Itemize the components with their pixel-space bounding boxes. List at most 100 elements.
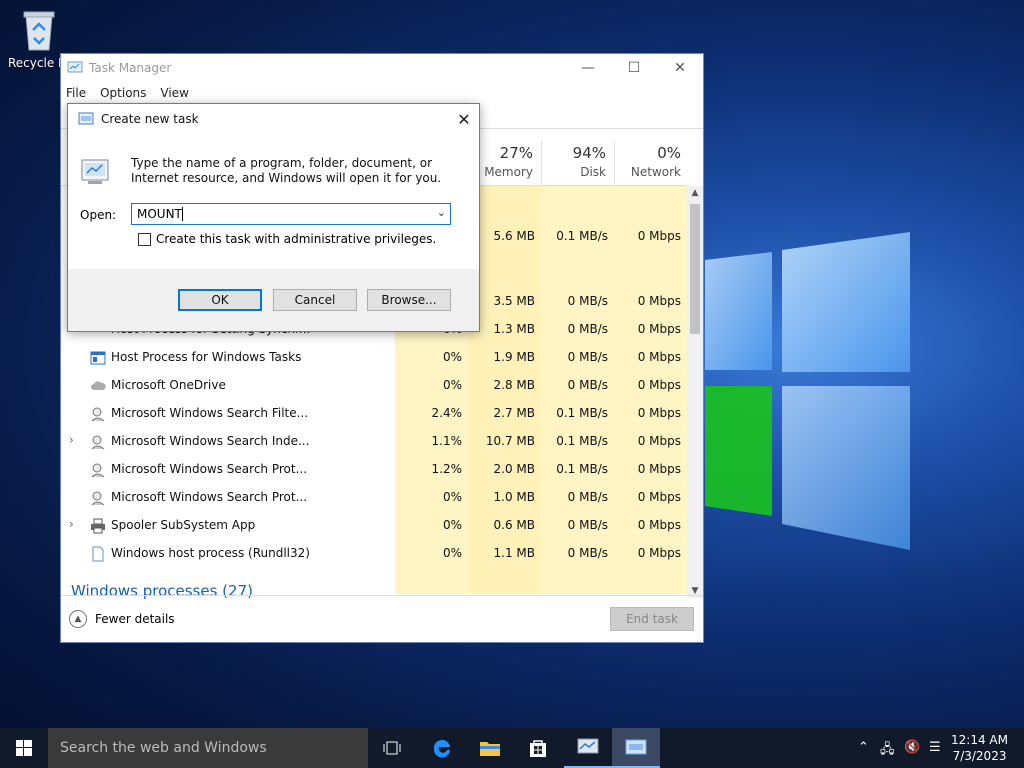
- document-icon: [92, 546, 104, 562]
- close-button[interactable]: ✕: [657, 54, 703, 82]
- table-row[interactable]: › Microsoft Windows Search Inde... 1.1% …: [61, 428, 689, 456]
- store-icon: [530, 740, 546, 757]
- network-cell: 0 Mbps: [637, 434, 681, 448]
- task-view-icon: [383, 741, 401, 755]
- table-row[interactable]: Microsoft Windows Search Prot... 0% 1.0 …: [61, 484, 689, 512]
- browse-button[interactable]: Browse...: [367, 289, 451, 311]
- network-icon[interactable]: 🖧: [880, 740, 895, 762]
- table-row[interactable]: Microsoft Windows Search Prot... 1.2% 2.…: [61, 456, 689, 484]
- dialog-close-icon[interactable]: ✕: [449, 110, 479, 129]
- network-cell: 0 Mbps: [637, 294, 681, 308]
- admin-privileges-checkbox[interactable]: Create this task with administrative pri…: [138, 232, 436, 246]
- table-row[interactable]: Windows host process (Rundll32) 0% 1.1 M…: [61, 540, 689, 568]
- taskbar-search-box[interactable]: Search the web and Windows: [48, 728, 368, 768]
- network-cell: 0 Mbps: [637, 322, 681, 336]
- search-service-icon: [91, 491, 105, 506]
- disk-cell: 0 MB/s: [567, 378, 608, 392]
- show-hidden-icons-chevron-icon[interactable]: ⌃: [858, 740, 869, 755]
- table-row[interactable]: › Spooler SubSystem App 0% 0.6 MB 0 MB/s…: [61, 512, 689, 540]
- checkbox-box[interactable]: [138, 232, 151, 246]
- column-header-network[interactable]: 0% Network: [614, 141, 689, 185]
- create-new-task-dialog: Create new task ✕ Type the name of a pro…: [67, 103, 480, 332]
- memory-cell: 10.7 MB: [485, 434, 535, 448]
- disk-cell: 0 MB/s: [567, 322, 608, 336]
- network-cell: 0 Mbps: [637, 462, 681, 476]
- table-row[interactable]: Host Process for Windows Tasks 0% 1.9 MB…: [61, 344, 689, 372]
- column-header-disk[interactable]: 94% Disk: [541, 141, 614, 185]
- cpu-cell: 0%: [442, 490, 462, 504]
- process-name: Microsoft Windows Search Filte...: [111, 406, 309, 420]
- disk-cell: 0 MB/s: [567, 518, 608, 532]
- process-name: Microsoft Windows Search Prot...: [111, 490, 308, 504]
- memory-cell: 1.9 MB: [493, 350, 535, 364]
- task-manager-taskbar-button[interactable]: [564, 728, 612, 768]
- menu-file[interactable]: File: [66, 86, 86, 100]
- ok-button[interactable]: OK: [178, 289, 262, 311]
- search-service-icon: [91, 407, 105, 422]
- chevron-down-icon[interactable]: ⌄: [437, 206, 446, 219]
- process-list-scrollbar[interactable]: ▲ ▼: [687, 186, 703, 598]
- table-row[interactable]: Microsoft Windows Search Filte... 2.4% 2…: [61, 400, 689, 428]
- disk-total: 94%: [572, 144, 606, 162]
- table-row[interactable]: Microsoft OneDrive 0% 2.8 MB 0 MB/s 0 Mb…: [61, 372, 689, 400]
- cpu-cell: 1.1%: [431, 434, 463, 448]
- maximize-button[interactable]: ☐: [611, 54, 657, 82]
- printer-icon: [91, 518, 105, 534]
- memory-cell: 2.0 MB: [493, 462, 535, 476]
- process-name: Microsoft Windows Search Prot...: [111, 462, 308, 476]
- task-view-button[interactable]: [368, 728, 416, 768]
- open-label: Open:: [80, 208, 117, 222]
- window-app-icon: [90, 351, 106, 365]
- network-cell: 0 Mbps: [637, 518, 681, 532]
- run-dialog-taskbar-button[interactable]: [612, 728, 660, 768]
- start-button[interactable]: [0, 728, 48, 768]
- dialog-button-area: OK Cancel Browse...: [68, 269, 479, 331]
- taskbar-clock[interactable]: 12:14 AM 7/3/2023: [951, 732, 1008, 764]
- disk-cell: 0.1 MB/s: [556, 229, 608, 243]
- store-button[interactable]: [514, 728, 562, 768]
- disk-cell: 0 MB/s: [567, 350, 608, 364]
- minimize-button[interactable]: —: [565, 54, 611, 82]
- process-name: Host Process for Windows Tasks: [111, 350, 302, 364]
- process-name: Spooler SubSystem App: [111, 518, 256, 532]
- cancel-button[interactable]: Cancel: [273, 289, 357, 311]
- disk-cell: 0.1 MB/s: [556, 406, 608, 420]
- expand-chevron-icon[interactable]: ›: [69, 517, 74, 531]
- file-explorer-button[interactable]: [466, 728, 514, 768]
- process-name: Windows host process (Rundll32): [111, 546, 310, 560]
- network-total: 0%: [657, 144, 681, 162]
- memory-cell: 1.0 MB: [493, 490, 535, 504]
- menu-options[interactable]: Options: [100, 86, 146, 100]
- cpu-cell: 0%: [442, 546, 462, 560]
- cpu-cell: 2.4%: [431, 406, 463, 420]
- network-cell: 0 Mbps: [637, 490, 681, 504]
- open-input-value[interactable]: MOUNT: [137, 207, 182, 221]
- run-app-icon: [625, 739, 647, 755]
- task-manager-app-icon: [67, 61, 83, 73]
- run-app-icon: [78, 112, 94, 125]
- fewer-details-button[interactable]: ▲ Fewer details: [69, 610, 175, 628]
- dialog-title: Create new task: [101, 112, 199, 126]
- cpu-cell: 0%: [442, 378, 462, 392]
- edge-button[interactable]: [418, 728, 466, 768]
- folder-icon: [480, 742, 500, 756]
- clock-time: 12:14 AM: [951, 733, 1008, 747]
- network-cell: 0 Mbps: [637, 378, 681, 392]
- expand-chevron-icon[interactable]: ›: [69, 433, 74, 447]
- fewer-details-label: Fewer details: [95, 612, 175, 626]
- open-combobox[interactable]: MOUNT ⌄: [131, 203, 451, 225]
- volume-muted-icon[interactable]: 🔇: [904, 740, 920, 755]
- dialog-titlebar[interactable]: Create new task ✕: [68, 104, 479, 134]
- recycle-bin-icon: [23, 11, 55, 51]
- scroll-up-icon[interactable]: ▲: [687, 188, 703, 198]
- task-manager-titlebar[interactable]: Task Manager — ☐ ✕: [61, 54, 703, 82]
- action-center-icon[interactable]: ☰: [929, 740, 941, 755]
- scrollbar-thumb[interactable]: [690, 204, 700, 334]
- end-task-button[interactable]: End task: [610, 607, 694, 631]
- windows-logo-wallpaper: [705, 232, 910, 550]
- cpu-cell: 0%: [442, 518, 462, 532]
- menu-view[interactable]: View: [160, 86, 188, 100]
- disk-cell: 0.1 MB/s: [556, 434, 608, 448]
- cpu-cell: 0%: [442, 350, 462, 364]
- disk-cell: 0 MB/s: [567, 546, 608, 560]
